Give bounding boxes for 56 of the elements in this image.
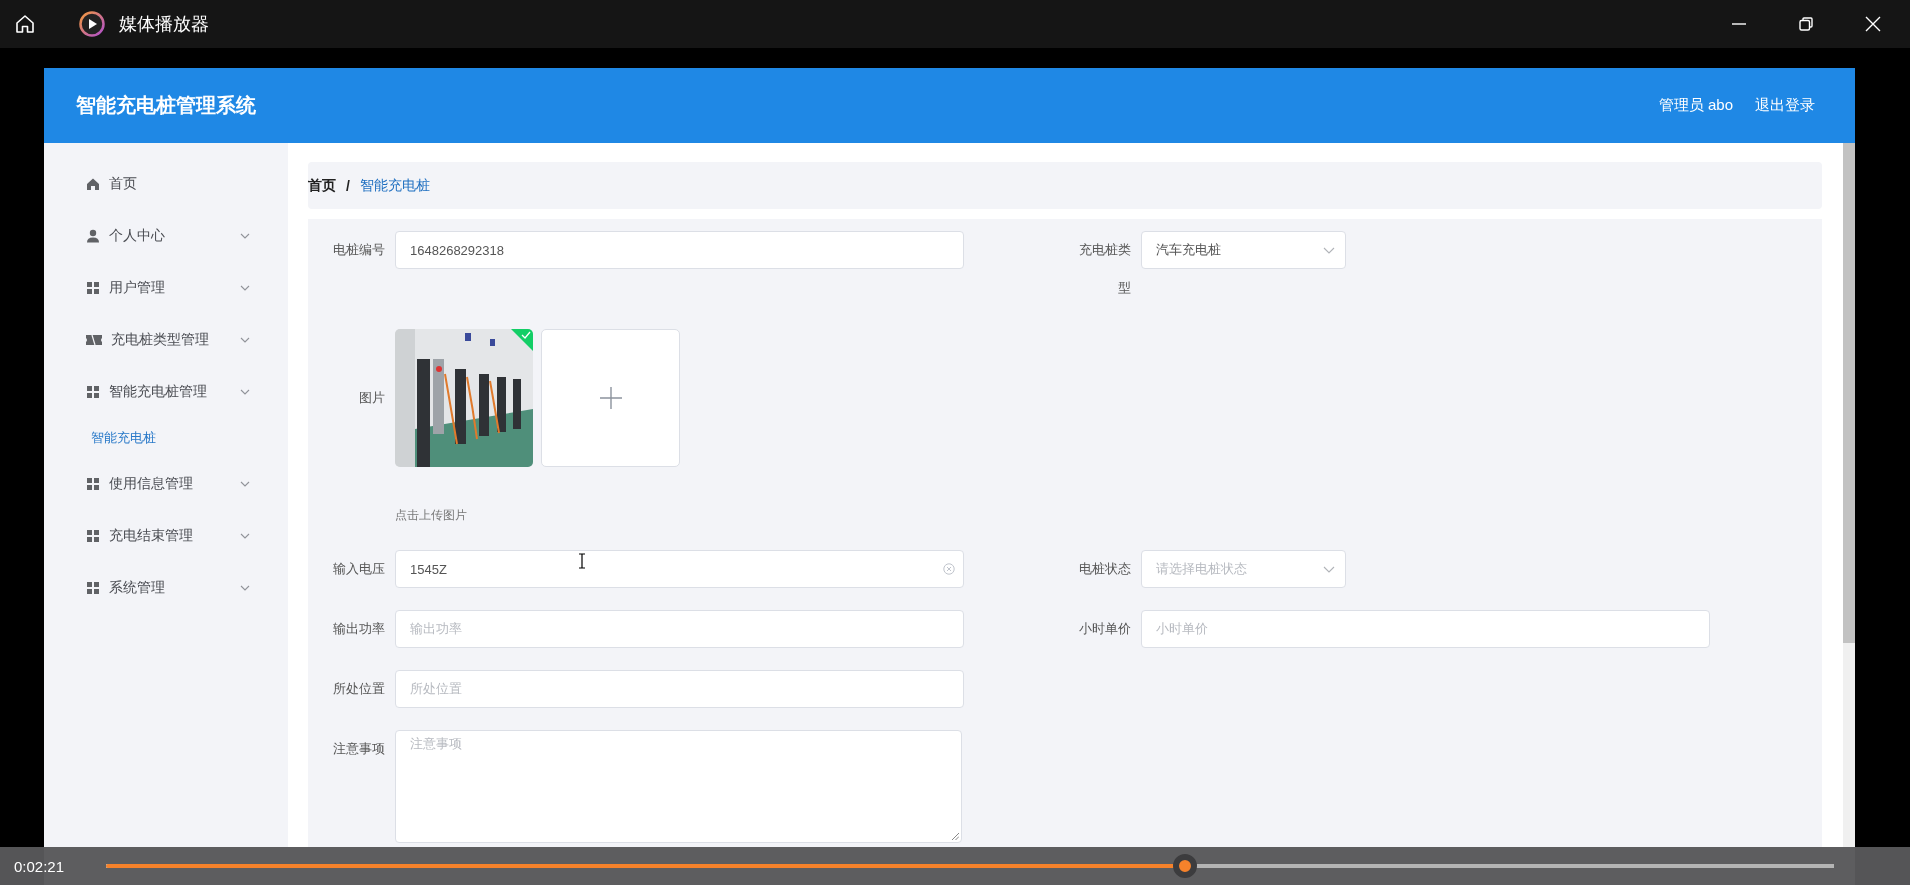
user-icon (86, 229, 100, 243)
grid-icon (86, 529, 100, 543)
field-label: 图片 (358, 389, 385, 407)
grid-icon (86, 281, 100, 295)
home-icon[interactable] (14, 13, 36, 35)
input-field[interactable]: 1545Z (395, 550, 964, 588)
restore-icon[interactable] (1798, 16, 1814, 32)
grid-icon (86, 477, 100, 491)
sidebar-item[interactable]: 充电桩类型管理 (44, 314, 288, 366)
sidebar-item[interactable]: 使用信息管理 (44, 458, 288, 510)
chevron-down-icon (1323, 247, 1335, 254)
chevron-down-icon (240, 533, 250, 539)
text-cursor-icon (578, 553, 586, 569)
chevron-down-icon (240, 285, 250, 291)
window-title: 媒体播放器 (119, 13, 209, 36)
sidebar-item[interactable]: 系统管理 (44, 562, 288, 614)
chevron-down-icon (240, 585, 250, 591)
sidebar-subitem[interactable]: 智能充电桩 (44, 418, 288, 458)
field-label: 输出功率 (332, 620, 385, 638)
home-icon (86, 177, 100, 191)
user-label: 管理员 abo (1658, 96, 1733, 115)
chevron-down-icon (240, 337, 250, 343)
field-label: 电桩状态 (1078, 560, 1131, 578)
grid-icon (86, 581, 100, 595)
close-icon[interactable] (1865, 16, 1881, 32)
chevron-down-icon (240, 233, 250, 239)
field-label: 充电桩类型 (1078, 241, 1131, 297)
field-label: 小时单价 (1078, 620, 1131, 638)
progress-thumb[interactable] (1172, 854, 1197, 878)
breadcrumb-link[interactable]: 首页 (308, 176, 336, 195)
select-field[interactable]: 汽车充电桩 (1141, 231, 1346, 269)
resize-grip-icon[interactable] (951, 832, 959, 840)
plus-icon (599, 387, 622, 409)
scrollbar-thumb[interactable] (1843, 143, 1855, 643)
field-label: 注意事项 (332, 740, 385, 758)
chevron-down-icon (240, 389, 250, 395)
grid-icon (86, 385, 100, 399)
playback-time: 0:02:21 (14, 857, 65, 875)
breadcrumb-separator: / (346, 177, 350, 194)
upload-hint: 点击上传图片 (395, 507, 468, 524)
logout-link[interactable]: 退出登录 (1755, 96, 1815, 115)
input-field[interactable]: 1648268292318 (395, 231, 964, 269)
chevron-down-icon (240, 481, 250, 487)
sidebar-item[interactable]: 个人中心 (44, 210, 288, 262)
field-label: 所处位置 (332, 680, 385, 698)
field-label: 电桩编号 (332, 241, 385, 259)
sidebar-item[interactable]: 充电结束管理 (44, 510, 288, 562)
sidebar-item[interactable]: 智能充电桩管理 (44, 366, 288, 418)
sidebar-item[interactable]: 用户管理 (44, 262, 288, 314)
breadcrumb-link[interactable]: 智能充电桩 (359, 176, 430, 195)
chevron-down-icon (1323, 566, 1335, 573)
app-title: 智能充电桩管理系统 (76, 93, 256, 118)
sidebar-item[interactable]: 首页 (44, 158, 288, 210)
ticket-icon (86, 333, 102, 347)
play-logo-icon (79, 11, 105, 37)
field-label: 输入电压 (332, 560, 385, 578)
